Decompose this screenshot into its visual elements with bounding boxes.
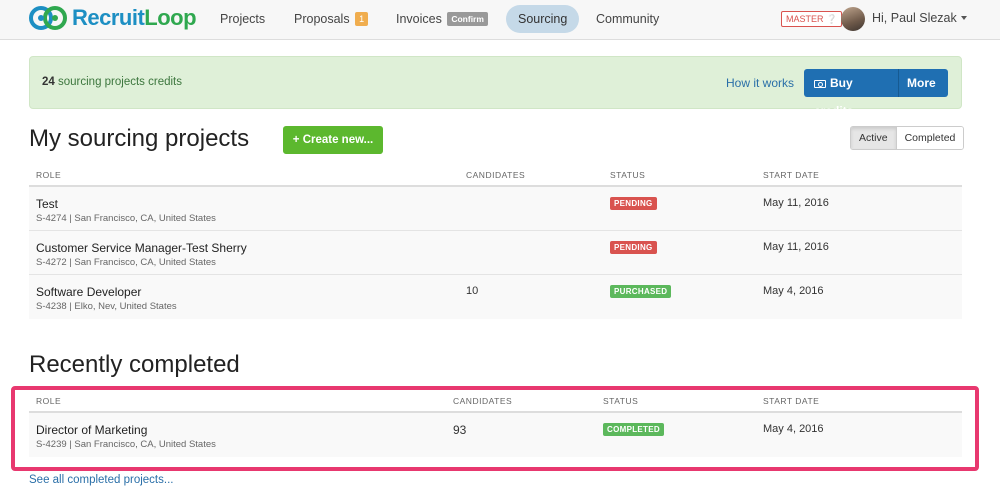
candidates-count: 10 — [466, 285, 479, 297]
section-title: Recently completed — [29, 351, 240, 378]
buy-credits-button[interactable]: Buy credits — [804, 69, 898, 118]
filter-completed-button[interactable]: Completed — [896, 127, 964, 149]
sourcing-projects-table: ROLE CANDIDATES STATUS START DATE Test S… — [29, 161, 962, 319]
start-date: May 11, 2016 — [763, 197, 829, 209]
create-new-button[interactable]: + Create new... — [283, 126, 383, 154]
col-candidates: CANDIDATES — [466, 170, 526, 180]
table-row[interactable]: Customer Service Manager-Test Sherry S-4… — [29, 231, 962, 275]
chevron-down-icon — [910, 109, 916, 113]
page-title: My sourcing projects — [29, 125, 250, 152]
role-meta: S-4238 | Elko, Nev, United States — [36, 301, 177, 312]
table-row[interactable]: Test S-4274 | San Francisco, CA, United … — [29, 187, 962, 231]
recruitloop-logo[interactable]: RecruitLoop — [28, 5, 197, 31]
top-navbar: RecruitLoop Projects Proposals 1 Invoice… — [0, 0, 1000, 40]
role-name[interactable]: Test — [36, 197, 58, 211]
role-name[interactable]: Software Developer — [36, 285, 141, 299]
nav-sourcing[interactable]: Sourcing — [506, 5, 580, 33]
project-filter-toggle: Active Completed — [850, 126, 965, 150]
role-name[interactable]: Customer Service Manager-Test Sherry — [36, 241, 247, 255]
nav-projects[interactable]: Projects — [208, 5, 277, 33]
invoices-confirm-badge: Confirm — [447, 12, 488, 26]
more-dropdown-button[interactable]: More — [898, 69, 948, 113]
start-date: May 11, 2016 — [763, 241, 829, 253]
table-header: ROLE CANDIDATES STATUS START DATE — [29, 161, 962, 187]
nav-invoices[interactable]: Invoices Confirm — [384, 5, 500, 33]
table-row[interactable]: Software Developer S-4238 | Elko, Nev, U… — [29, 275, 962, 319]
logo-icon — [29, 6, 67, 30]
how-it-works-link[interactable]: How it works — [726, 76, 794, 90]
avatar[interactable] — [841, 7, 865, 31]
start-date: May 4, 2016 — [763, 285, 824, 297]
help-icon: ❔ — [826, 14, 838, 24]
role-meta: S-4272 | San Francisco, CA, United State… — [36, 257, 216, 268]
col-start-date: START DATE — [763, 170, 820, 180]
credits-banner: 24 sourcing projects credits How it work… — [29, 56, 962, 118]
status-badge: PURCHASED — [610, 285, 672, 298]
col-role: ROLE — [36, 170, 62, 180]
see-all-completed-link[interactable]: See all completed projects... — [29, 474, 173, 486]
nav-proposals[interactable]: Proposals 1 — [282, 5, 380, 33]
user-menu[interactable]: Hi, Paul Slezak — [872, 11, 967, 25]
status-badge: PENDING — [610, 197, 657, 210]
highlight-annotation — [11, 386, 979, 471]
chevron-down-icon — [960, 16, 967, 20]
proposals-count-badge: 1 — [355, 12, 369, 26]
col-status: STATUS — [610, 170, 646, 180]
status-badge: PENDING — [610, 241, 657, 254]
master-badge[interactable]: MASTER ❔ — [781, 11, 843, 27]
role-meta: S-4274 | San Francisco, CA, United State… — [36, 213, 216, 224]
credits-text: 24 sourcing projects credits — [42, 76, 182, 88]
nav-community[interactable]: Community — [584, 5, 671, 33]
money-icon — [814, 80, 826, 88]
filter-active-button[interactable]: Active — [851, 127, 897, 149]
logo-text: RecruitLoop — [72, 5, 197, 30]
credits-button-group: Buy credits More — [804, 69, 948, 118]
